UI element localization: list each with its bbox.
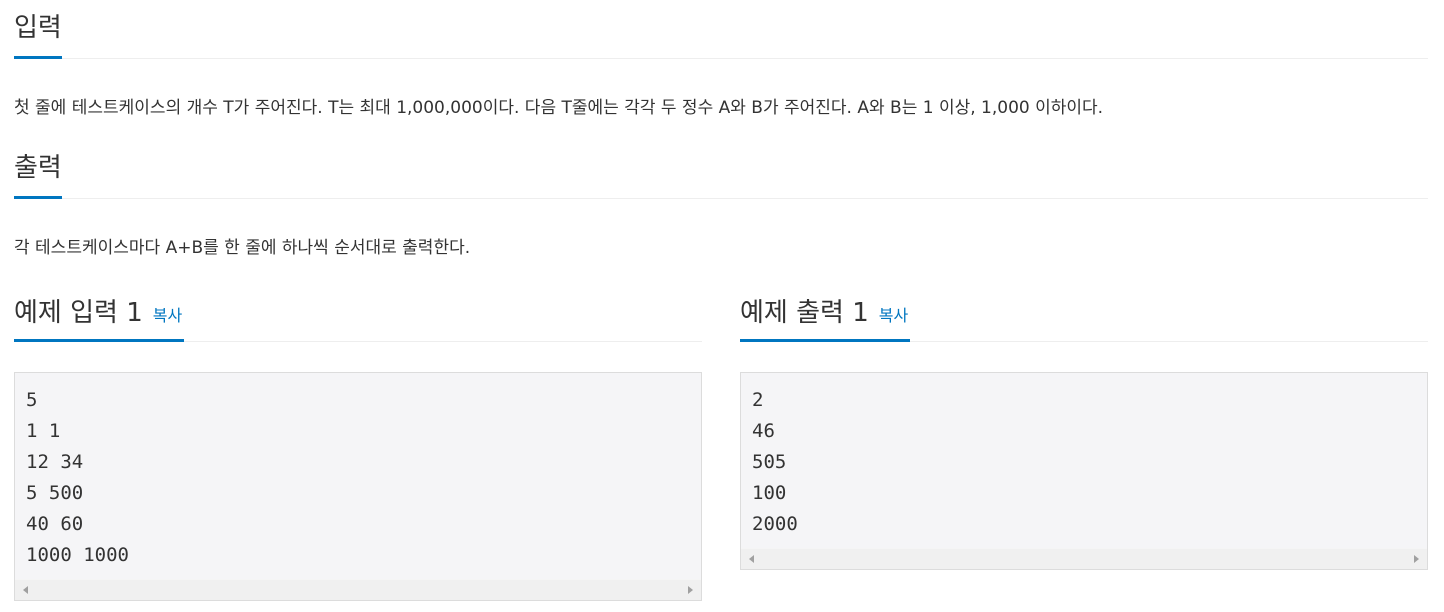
sample-input-code: 5 1 1 12 34 5 500 40 60 1000 1000	[26, 389, 129, 566]
scroll-left-arrow-icon[interactable]	[749, 555, 754, 563]
copy-sample-input-button[interactable]: 복사	[153, 306, 182, 325]
copy-sample-output-button[interactable]: 복사	[879, 306, 908, 325]
output-section: 출력 각 테스트케이스마다 A+B를 한 줄에 하나씩 순서대로 출력한다.	[14, 140, 1428, 258]
sample-input-code-box: 5 1 1 12 34 5 500 40 60 1000 1000	[14, 372, 702, 601]
output-headline: 출력	[14, 140, 1428, 199]
sample-input-title: 예제 입력 1	[14, 298, 143, 328]
sample-output-panel: 예제 출력 1 복사 2 46 505 100 2000	[740, 286, 1428, 570]
input-headline: 입력	[14, 0, 1428, 59]
sample-input-horizontal-scrollbar[interactable]	[15, 579, 701, 600]
sample-output-title-wrap: 예제 출력 1 복사	[740, 295, 911, 342]
sample-input-header: 예제 입력 1 복사	[14, 286, 702, 342]
sample-input-panel: 예제 입력 1 복사 5 1 1 12 34 5 500 40 60 1000 1…	[14, 286, 702, 601]
scroll-right-arrow-icon[interactable]	[1414, 555, 1419, 563]
input-section-title: 입력	[14, 10, 62, 59]
output-description: 각 테스트케이스마다 A+B를 한 줄에 하나씩 순서대로 출력한다.	[14, 238, 471, 258]
sample-output-code: 2 46 505 100 2000	[752, 389, 798, 535]
sample-output-horizontal-scrollbar[interactable]	[741, 548, 1427, 569]
input-section: 입력 첫 줄에 테스트케이스의 개수 T가 주어진다. T는 최대 1,000,…	[14, 0, 1428, 118]
scroll-right-arrow-icon[interactable]	[688, 586, 693, 594]
sample-input-title-wrap: 예제 입력 1 복사	[14, 295, 185, 342]
problem-page: 입력 첫 줄에 테스트케이스의 개수 T가 주어진다. T는 최대 1,000,…	[0, 0, 1444, 612]
sample-output-title: 예제 출력 1	[740, 298, 869, 328]
output-section-title: 출력	[14, 150, 62, 199]
input-description: 첫 줄에 테스트케이스의 개수 T가 주어진다. T는 최대 1,000,000…	[14, 98, 1104, 118]
sample-output-code-box: 2 46 505 100 2000	[740, 372, 1428, 570]
scroll-left-arrow-icon[interactable]	[23, 586, 28, 594]
sample-output-header: 예제 출력 1 복사	[740, 286, 1428, 342]
